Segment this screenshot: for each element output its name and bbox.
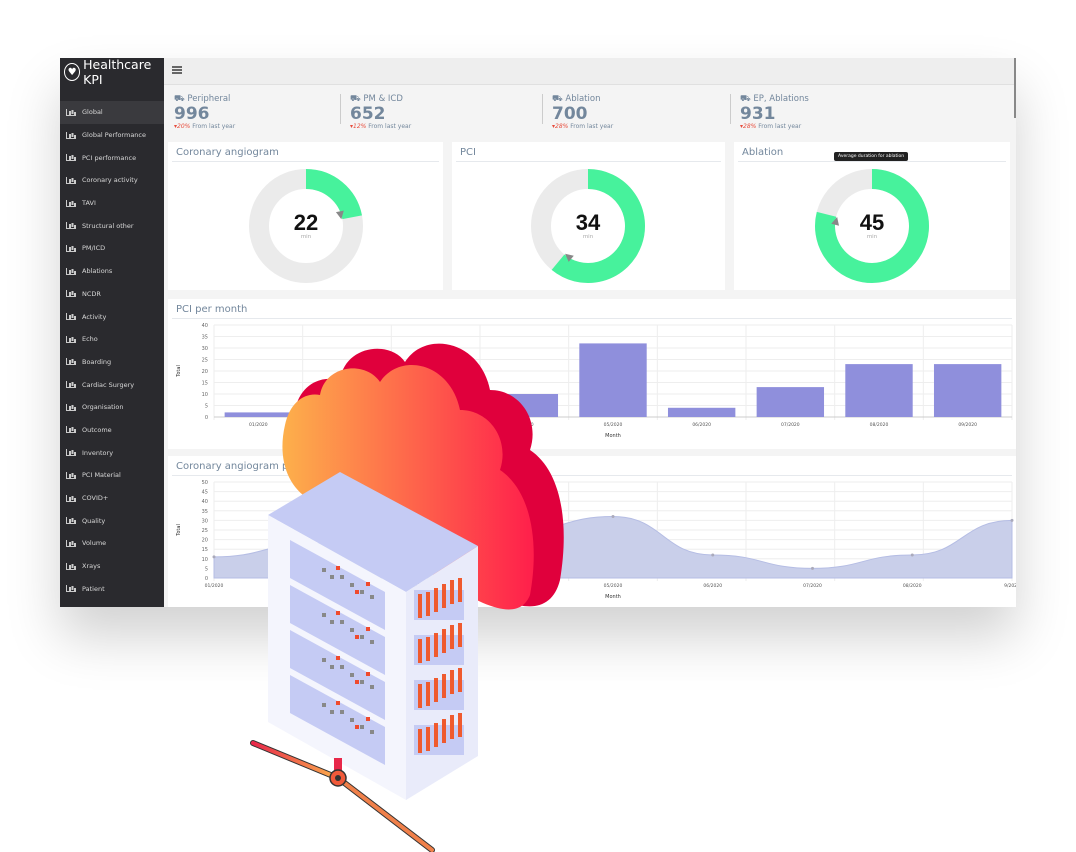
cloud-server-illustration (250, 343, 564, 852)
